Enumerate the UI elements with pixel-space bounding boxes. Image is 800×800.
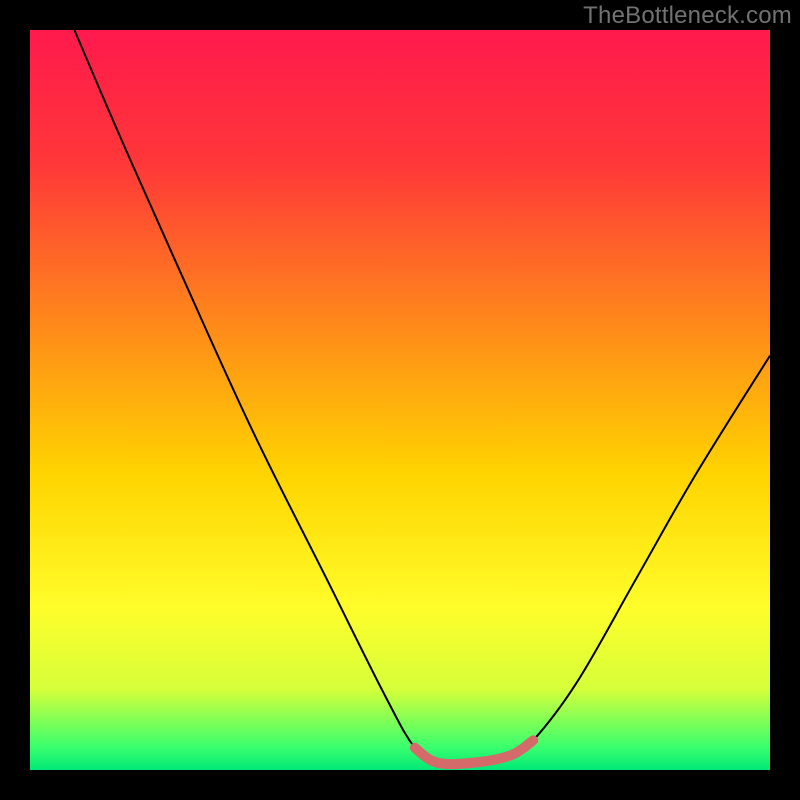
highlight-band (415, 740, 533, 764)
curve-svg (30, 30, 770, 770)
plot-area (30, 30, 770, 770)
watermark-text: TheBottleneck.com (583, 2, 792, 30)
chart-frame: TheBottleneck.com (0, 0, 800, 800)
main-curve (74, 30, 770, 764)
